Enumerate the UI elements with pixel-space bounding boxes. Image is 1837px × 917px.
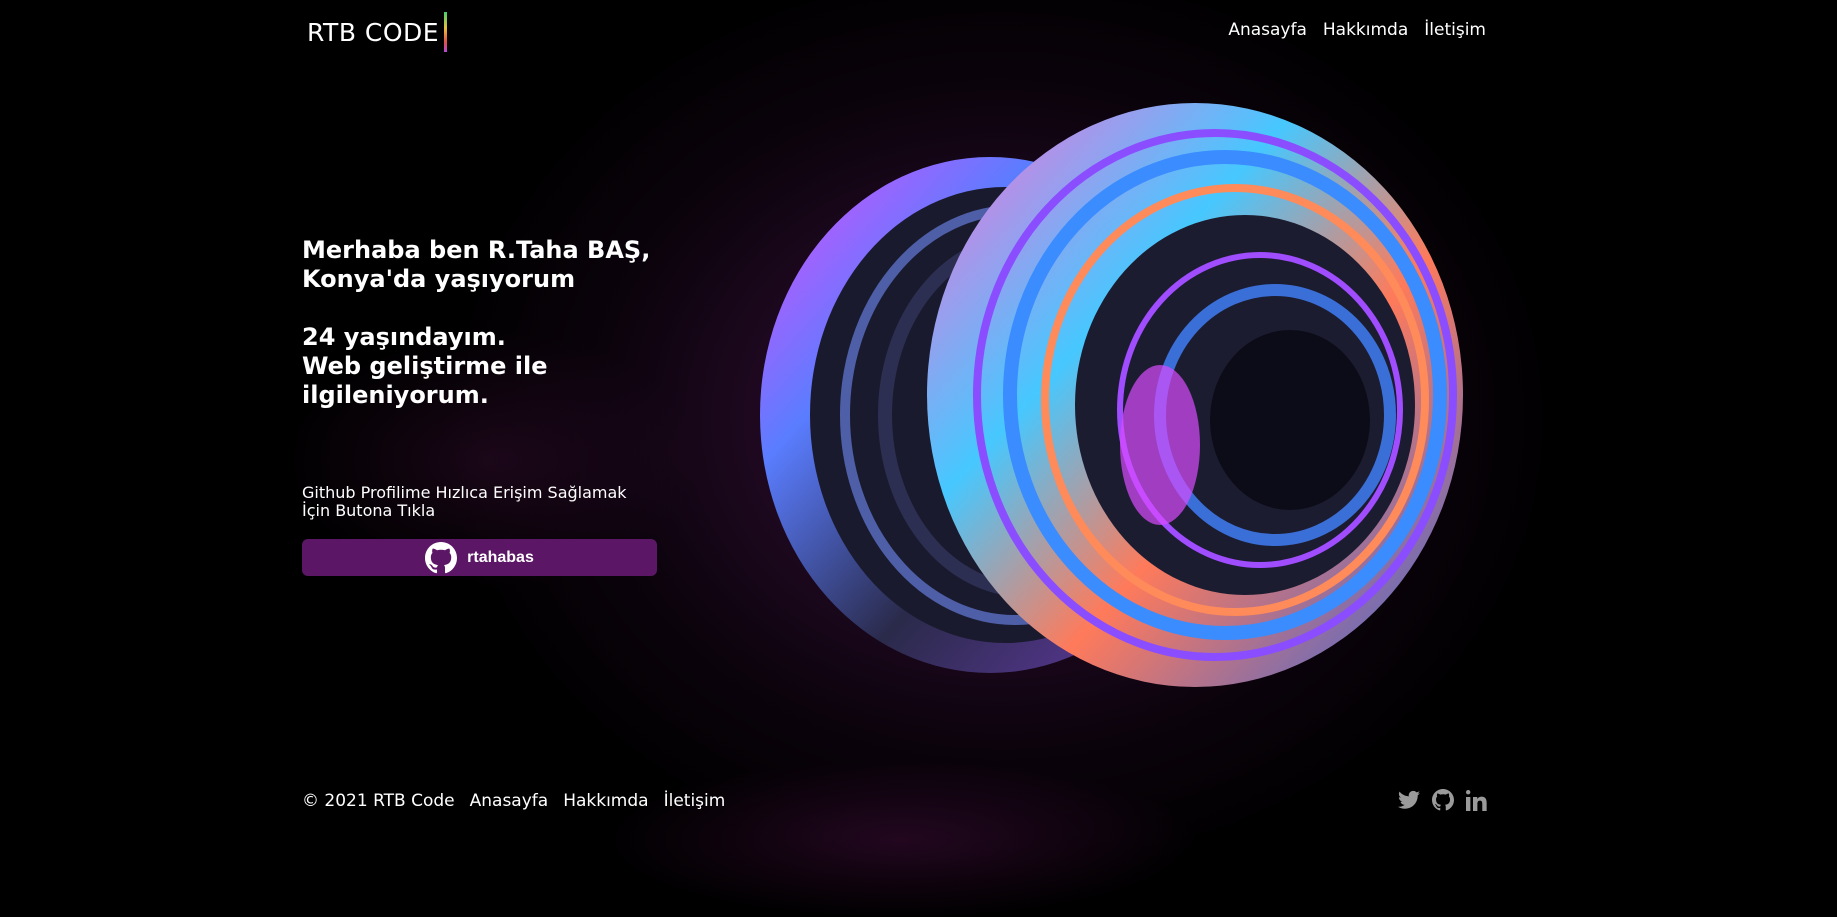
cta-text-line: Github Profilime Hızlıca Erişim Sağlamak bbox=[302, 483, 627, 502]
main-nav: Anasayfa Hakkımda İletişim bbox=[1228, 20, 1486, 40]
github-icon[interactable] bbox=[1432, 789, 1454, 815]
hero-line: Web geliştirme ile bbox=[302, 352, 548, 380]
hero-line: Merhaba ben R.Taha BAŞ, bbox=[302, 236, 651, 264]
hero-intro: Merhaba ben R.Taha BAŞ, Konya'da yaşıyor… bbox=[302, 236, 682, 410]
hero-line: 24 yaşındayım. bbox=[302, 323, 506, 351]
logo-text: RTB CODE bbox=[307, 17, 440, 47]
github-cta-text: Github Profilime Hızlıca Erişim Sağlamak… bbox=[302, 484, 662, 520]
footer-link-about[interactable]: Hakkımda bbox=[563, 791, 648, 811]
hero-line: Konya'da yaşıyorum bbox=[302, 265, 576, 293]
site-logo[interactable]: RTB CODE bbox=[307, 12, 448, 52]
twitter-icon[interactable] bbox=[1398, 790, 1420, 814]
nav-link-contact[interactable]: İletişim bbox=[1424, 20, 1486, 40]
hero-line: ilgileniyorum. bbox=[302, 381, 489, 409]
nav-link-home[interactable]: Anasayfa bbox=[1228, 20, 1307, 40]
nav-link-about[interactable]: Hakkımda bbox=[1323, 20, 1408, 40]
footer-links: © 2021 RTB Code Anasayfa Hakkımda İletiş… bbox=[302, 791, 725, 811]
logo-accent-bar bbox=[444, 12, 448, 52]
footer-link-home[interactable]: Anasayfa bbox=[470, 791, 549, 811]
footer-link-contact[interactable]: İletişim bbox=[664, 791, 726, 811]
background-glow bbox=[600, 760, 1200, 917]
github-button-label: rtahabas bbox=[467, 548, 534, 566]
github-profile-button[interactable]: rtahabas bbox=[302, 539, 657, 576]
abstract-3d-artwork bbox=[760, 103, 1463, 687]
linkedin-icon[interactable] bbox=[1466, 789, 1487, 815]
cta-text-line: İçin Butona Tıkla bbox=[302, 501, 436, 520]
footer-copyright: © 2021 RTB Code bbox=[302, 791, 455, 811]
social-links bbox=[1398, 789, 1487, 815]
page: RTB CODE Anasayfa Hakkımda İletişim Merh… bbox=[0, 0, 1837, 917]
github-icon bbox=[425, 541, 458, 574]
